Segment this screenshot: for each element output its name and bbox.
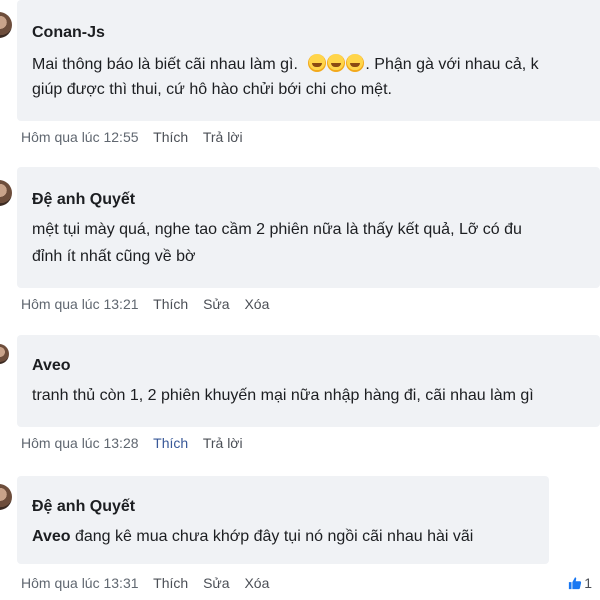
comment-actions: Hôm qua lúc 12:55 Thích Trả lời: [21, 129, 254, 145]
comment-timestamp[interactable]: Hôm qua lúc 13:21: [21, 296, 139, 312]
edit-link[interactable]: Sửa: [203, 296, 230, 312]
comment-bubble: Aveo tranh thủ còn 1, 2 phiên khuyến mại…: [17, 335, 600, 427]
comment-bubble: Conan-Js Mai thông báo là biết cãi nhau …: [17, 0, 600, 121]
comment-actions: Hôm qua lúc 13:28 Thích Trả lời: [21, 435, 254, 451]
like-link[interactable]: Thích: [153, 296, 188, 312]
comment-text-part: . Phận gà với nhau cả, k: [365, 56, 539, 73]
comment-thread: Conan-Js Mai thông báo là biết cãi nhau …: [0, 0, 600, 600]
avatar[interactable]: [0, 484, 12, 510]
avatar[interactable]: [0, 12, 12, 38]
like-link[interactable]: Thích: [153, 129, 188, 145]
comment-timestamp[interactable]: Hôm qua lúc 13:28: [21, 435, 139, 451]
comment-author[interactable]: Aveo: [32, 357, 71, 375]
edit-link[interactable]: Sửa: [203, 575, 230, 591]
reply-link[interactable]: Trả lời: [203, 129, 243, 145]
comment-timestamp[interactable]: Hôm qua lúc 12:55: [21, 129, 139, 145]
like-count[interactable]: 1: [568, 575, 592, 591]
comment-author[interactable]: Đệ anh Quyết: [32, 191, 135, 209]
comment-text-line: tranh thủ còn 1, 2 phiên khuyến mại nữa …: [32, 387, 534, 404]
comment-text-line: giúp được thì thui, cứ hô hào chửi bới c…: [32, 81, 392, 98]
avatar[interactable]: [0, 180, 12, 206]
comment-author[interactable]: Đệ anh Quyết: [32, 498, 135, 516]
reply-link[interactable]: Trả lời: [203, 435, 243, 451]
rolling-on-floor-laughing-emoji-icon: [327, 54, 346, 72]
thumbs-up-icon: [569, 577, 582, 590]
delete-link[interactable]: Xóa: [244, 296, 269, 312]
comment-text-line: đỉnh ít nhất cũng về bờ: [32, 248, 196, 265]
comment-text-line: mệt tụi mày quá, nghe tao cầm 2 phiên nữ…: [32, 221, 522, 238]
comment-text-line: Aveo đang kê mua chưa khớp đây tụi nó ng…: [32, 528, 473, 546]
like-link[interactable]: Thích: [153, 435, 188, 451]
comment-text-part: đang kê mua chưa khớp đây tụi nó ngồi cã…: [70, 528, 474, 545]
comment-text-part: Mai thông báo là biết cãi nhau làm gì.: [32, 56, 298, 73]
mention-link[interactable]: Aveo: [32, 528, 71, 545]
comment-author[interactable]: Conan-Js: [32, 24, 105, 42]
comment-bubble: Đệ anh Quyết mệt tụi mày quá, nghe tao c…: [17, 167, 600, 288]
comment-text-line: Mai thông báo là biết cãi nhau làm gì. .…: [32, 54, 539, 74]
comment-actions: Hôm qua lúc 13:31 Thích Sửa Xóa: [21, 575, 280, 591]
comment-actions: Hôm qua lúc 13:21 Thích Sửa Xóa: [21, 296, 280, 312]
like-count-value: 1: [584, 575, 592, 591]
like-link[interactable]: Thích: [153, 575, 188, 591]
delete-link[interactable]: Xóa: [244, 575, 269, 591]
comment-bubble: Đệ anh Quyết Aveo đang kê mua chưa khớp …: [17, 476, 549, 564]
rolling-on-floor-laughing-emoji-icon: [308, 54, 327, 72]
rolling-on-floor-laughing-emoji-icon: [346, 54, 365, 72]
avatar[interactable]: [0, 344, 9, 364]
comment-timestamp[interactable]: Hôm qua lúc 13:31: [21, 575, 139, 591]
